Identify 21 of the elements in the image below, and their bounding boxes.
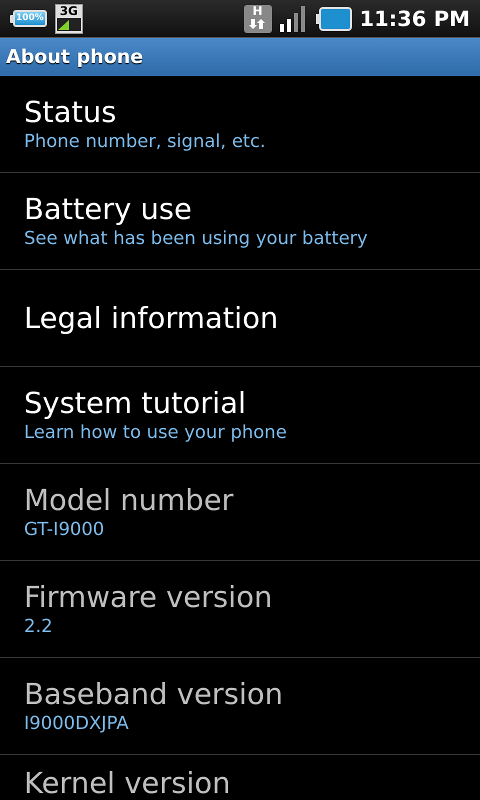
item-title: Model number <box>24 482 234 518</box>
battery-icon <box>316 6 352 30</box>
item-summary: I9000DXJPA <box>24 712 130 736</box>
clock-time: 11:36 PM <box>360 6 470 30</box>
item-title[interactable]: Legal information <box>24 300 480 336</box>
item-title: Baseband version <box>24 676 284 712</box>
battery-icon: 100% <box>10 10 47 27</box>
screen-title: About phone <box>6 46 144 68</box>
item-title[interactable]: Battery use <box>24 191 480 227</box>
item-title: Kernel version <box>24 768 232 799</box>
item-summary: GT-I9000 <box>24 518 106 542</box>
signal-icon <box>280 6 308 32</box>
item-summary: See what has been using your battery <box>24 227 369 251</box>
item-title[interactable]: System tutorial <box>24 385 480 421</box>
item-title: Firmware version <box>24 579 274 615</box>
item-summary: Phone number, signal, etc. <box>24 130 267 154</box>
item-title[interactable]: Status <box>24 94 480 130</box>
data-transfer-icon: H <box>244 4 272 32</box>
network-icon: 3G <box>54 4 83 34</box>
item-summary: 2.2 <box>24 615 54 639</box>
item-summary: Learn how to use your phone <box>24 421 288 445</box>
